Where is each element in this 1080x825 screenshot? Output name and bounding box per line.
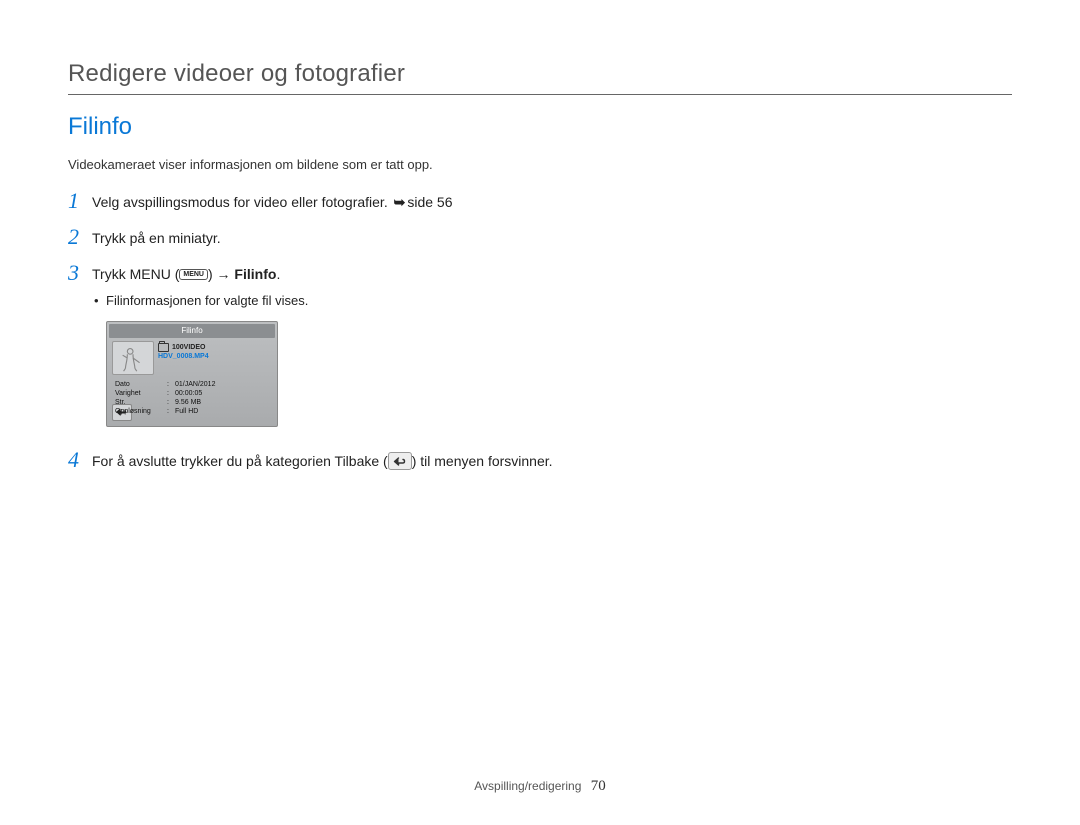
step-1: 1 Velg avspillingsmodus for video eller …	[68, 192, 628, 214]
step-text: Velg avspillingsmodus for video eller fo…	[92, 194, 392, 210]
folder-name: 100VIDEO	[172, 343, 205, 352]
label-str: Str.	[115, 398, 167, 407]
footer-page-number: 70	[591, 778, 606, 794]
inline-back-button-icon	[388, 452, 412, 470]
step-text-mid: )	[208, 266, 217, 282]
menu-button-icon: MENU	[179, 269, 208, 280]
step-body: Velg avspillingsmodus for video eller fo…	[92, 192, 453, 213]
step-text: Trykk på en miniatyr.	[92, 230, 221, 246]
value-varighet: 00:00:05	[175, 389, 202, 398]
step-text-suffix: .	[276, 266, 280, 282]
value-dato: 01/JAN/2012	[175, 380, 215, 389]
title-divider	[68, 94, 1012, 95]
step-text-pre: For å avslutte trykker du på kategorien …	[92, 453, 388, 469]
device-filename: HDV_0008.MP4	[158, 352, 272, 361]
step-3-bullet: Filinformasjonen for valgte fil vises.	[106, 291, 308, 311]
footer-section: Avspilling/redigering	[474, 779, 581, 793]
label-varighet: Varighet	[115, 389, 167, 398]
page-ref: side 56	[407, 194, 452, 210]
page-footer: Avspilling/redigering 70	[0, 778, 1080, 795]
step-body: Trykk på en miniatyr.	[92, 228, 221, 249]
section-title: Filinfo	[68, 113, 1012, 141]
chapter-title: Redigere videoer og fotografier	[68, 60, 1012, 88]
step-4: 4 For å avslutte trykker du på kategorie…	[68, 451, 628, 473]
value-opplosning: Full HD	[175, 407, 198, 416]
intro-paragraph: Videokameraet viser informasjonen om bil…	[68, 157, 1012, 172]
value-str: 9.56 MB	[175, 398, 201, 407]
step-body: For å avslutte trykker du på kategorien …	[92, 451, 553, 472]
step-2: 2 Trykk på en miniatyr.	[68, 228, 628, 250]
arrow-right-icon: →	[217, 266, 231, 282]
page-ref-arrow-icon: ➥	[394, 194, 406, 210]
step-number: 4	[68, 449, 92, 471]
step-number: 1	[68, 190, 92, 212]
steps-list: 1 Velg avspillingsmodus for video eller …	[68, 192, 628, 473]
back-arrow-icon	[116, 407, 128, 417]
label-dato: Dato	[115, 380, 167, 389]
back-arrow-icon	[393, 456, 407, 467]
step-text-pre: Trykk MENU (	[92, 266, 179, 282]
menu-target: Filinfo	[231, 266, 277, 282]
step-text-post: ) til menyen forsvinner.	[412, 453, 553, 469]
folder-icon	[158, 343, 169, 352]
step-3: 3 Trykk MENU (MENU) → Filinfo. Filinform…	[68, 264, 628, 437]
step-body: Trykk MENU (MENU) → Filinfo. Filinformas…	[92, 264, 308, 437]
thumbnail-figure-icon	[113, 342, 153, 374]
step-number: 2	[68, 226, 92, 248]
step-number: 3	[68, 262, 92, 284]
device-screenshot: Filinfo	[106, 321, 278, 427]
device-info-table: Dato:01/JAN/2012 Varighet:00:00:05 Str.:…	[115, 380, 269, 416]
device-header: Filinfo	[109, 324, 275, 338]
video-thumbnail	[112, 341, 154, 375]
